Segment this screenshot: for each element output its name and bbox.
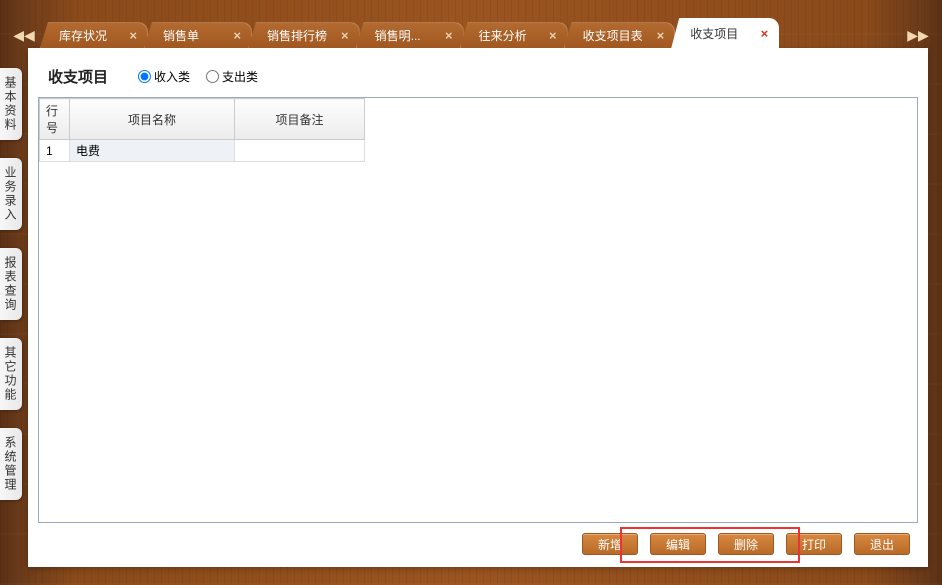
close-icon[interactable]: × (129, 29, 137, 42)
radio-income-label: 收入类 (154, 68, 190, 85)
panel-footer: 新增 编辑 删除 打印 退出 (28, 523, 928, 567)
close-icon[interactable]: × (341, 29, 349, 42)
close-icon[interactable]: × (549, 29, 557, 42)
left-nav-other-functions[interactable]: 其它功能 (0, 338, 22, 410)
tabs-container: 库存状况 × 销售单 × 销售排行榜 × 销售明... × 往来分析 × 收支项… (40, 18, 902, 48)
table-header-row: 行号 项目名称 项目备注 (40, 99, 365, 140)
radio-expense-label: 支出类 (222, 68, 258, 85)
radio-income-input[interactable] (138, 70, 151, 83)
tab-inventory-status[interactable]: 库存状况 × (40, 22, 148, 48)
column-header-item-name[interactable]: 项目名称 (70, 99, 235, 140)
tab-transaction-analysis[interactable]: 往来分析 × (460, 22, 568, 48)
tab-label: 收支项目表 (583, 27, 643, 44)
delete-button[interactable]: 删除 (718, 533, 774, 555)
tab-income-expense-item[interactable]: 收支项目 × (671, 18, 779, 48)
data-grid-container[interactable]: 行号 项目名称 项目备注 1 电费 (38, 97, 918, 523)
tab-label: 销售明... (375, 27, 421, 44)
column-header-row-no[interactable]: 行号 (40, 99, 70, 140)
main-panel: 收支项目 收入类 支出类 行号 项目名称 项目备注 1 (28, 48, 928, 567)
column-header-item-note[interactable]: 项目备注 (235, 99, 365, 140)
close-icon[interactable]: × (233, 29, 241, 42)
left-nav-report-query[interactable]: 报表查询 (0, 248, 22, 320)
page-title: 收支项目 (48, 66, 108, 87)
tabs-scroll-left-icon[interactable]: ◀◀ (14, 22, 34, 48)
tab-label: 库存状况 (59, 27, 107, 44)
left-nav-system-management[interactable]: 系统管理 (0, 428, 22, 500)
tab-label: 销售单 (163, 27, 199, 44)
left-nav-basic-info[interactable]: 基本资料 (0, 68, 22, 140)
left-nav-business-entry[interactable]: 业务录入 (0, 158, 22, 230)
cell-item-name[interactable]: 电费 (70, 140, 235, 162)
tab-sales-detail[interactable]: 销售明... × (356, 22, 464, 48)
add-button[interactable]: 新增 (582, 533, 638, 555)
radio-income[interactable]: 收入类 (138, 68, 190, 85)
edit-button[interactable]: 编辑 (650, 533, 706, 555)
tab-strip: ◀◀ 库存状况 × 销售单 × 销售排行榜 × 销售明... × 往来分析 × … (14, 18, 928, 48)
table-row[interactable]: 1 电费 (40, 140, 365, 162)
print-button[interactable]: 打印 (786, 533, 842, 555)
tab-sales-ranking[interactable]: 销售排行榜 × (248, 22, 360, 48)
tab-label: 收支项目 (690, 25, 738, 42)
left-vertical-nav: 基本资料 业务录入 报表查询 其它功能 系统管理 (0, 68, 22, 500)
tab-label: 销售排行榜 (267, 27, 327, 44)
tab-label: 往来分析 (479, 27, 527, 44)
radio-expense-input[interactable] (206, 70, 219, 83)
cell-item-note[interactable] (235, 140, 365, 162)
tabs-scroll-right-icon[interactable]: ▶▶ (908, 22, 928, 48)
close-icon[interactable]: × (657, 29, 665, 42)
tab-income-expense-table[interactable]: 收支项目表 × (564, 22, 676, 48)
tab-sales-order[interactable]: 销售单 × (144, 22, 252, 48)
exit-button[interactable]: 退出 (854, 533, 910, 555)
radio-expense[interactable]: 支出类 (206, 68, 258, 85)
close-icon[interactable]: × (445, 29, 453, 42)
category-radio-group: 收入类 支出类 (138, 68, 258, 85)
cell-row-no: 1 (40, 140, 70, 162)
data-grid: 行号 项目名称 项目备注 1 电费 (39, 98, 365, 162)
close-icon[interactable]: × (761, 27, 769, 40)
panel-header: 收支项目 收入类 支出类 (28, 48, 928, 97)
